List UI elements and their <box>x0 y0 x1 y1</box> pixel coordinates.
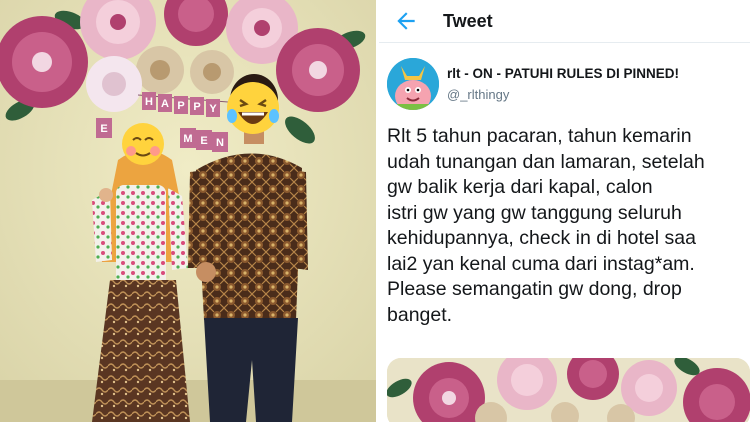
banner-letter: M <box>183 133 192 145</box>
engagement-photo[interactable]: H A P P Y E M E N <box>0 0 376 422</box>
user-display-name[interactable]: rlt - ON - PATUHI RULES DI PINNED! <box>447 66 679 81</box>
banner-letter: E <box>200 135 207 147</box>
blushing-emoji <box>122 123 164 165</box>
tweet-header: Tweet <box>379 0 750 43</box>
banner-letter: P <box>177 100 184 112</box>
media-flowers-preview <box>387 358 750 422</box>
tweet-line: banget. <box>387 303 453 326</box>
arrow-left-icon <box>397 12 415 30</box>
banner-letter: Y <box>209 103 217 115</box>
user-handle[interactable]: @_rlthingy <box>447 87 509 102</box>
tweet-line: udah tunangan dan lamaran, setelah <box>387 150 705 173</box>
laughing-emoji <box>227 82 279 134</box>
tweet-line: istri gw yang gw tanggung seluruh <box>387 201 682 224</box>
tweet-panel: Tweet rlt - ON - PATUHI RULES DI PINNED!… <box>379 0 750 422</box>
photo-illustration: H A P P Y E M E N <box>0 0 376 422</box>
banner-letter: P <box>193 101 200 113</box>
back-button[interactable] <box>393 8 419 34</box>
avatar[interactable] <box>387 58 439 110</box>
banner-letter: A <box>161 98 169 110</box>
tweet-line: kehidupannya, check in di hotel saa <box>387 227 696 249</box>
tweet-media-image[interactable] <box>387 358 750 422</box>
tweet-line: Please semangatin gw dong, drop <box>387 278 682 300</box>
tweet-line: gw balik kerja dari kapal, calon <box>387 176 653 198</box>
tweet-line: Rlt 5 tahun pacaran, tahun kemarin <box>387 125 692 147</box>
patrick-avatar-icon <box>387 58 439 110</box>
page-title: Tweet <box>443 11 493 31</box>
banner-letter: E <box>100 123 107 135</box>
tweet-text: Rlt 5 tahun pacaran, tahun kemarin udah … <box>387 124 747 328</box>
banner-letter: H <box>145 96 153 108</box>
banner-letter: N <box>216 137 224 149</box>
tweet-line: lai2 yan kenal cuma dari instag*am. <box>387 252 695 275</box>
